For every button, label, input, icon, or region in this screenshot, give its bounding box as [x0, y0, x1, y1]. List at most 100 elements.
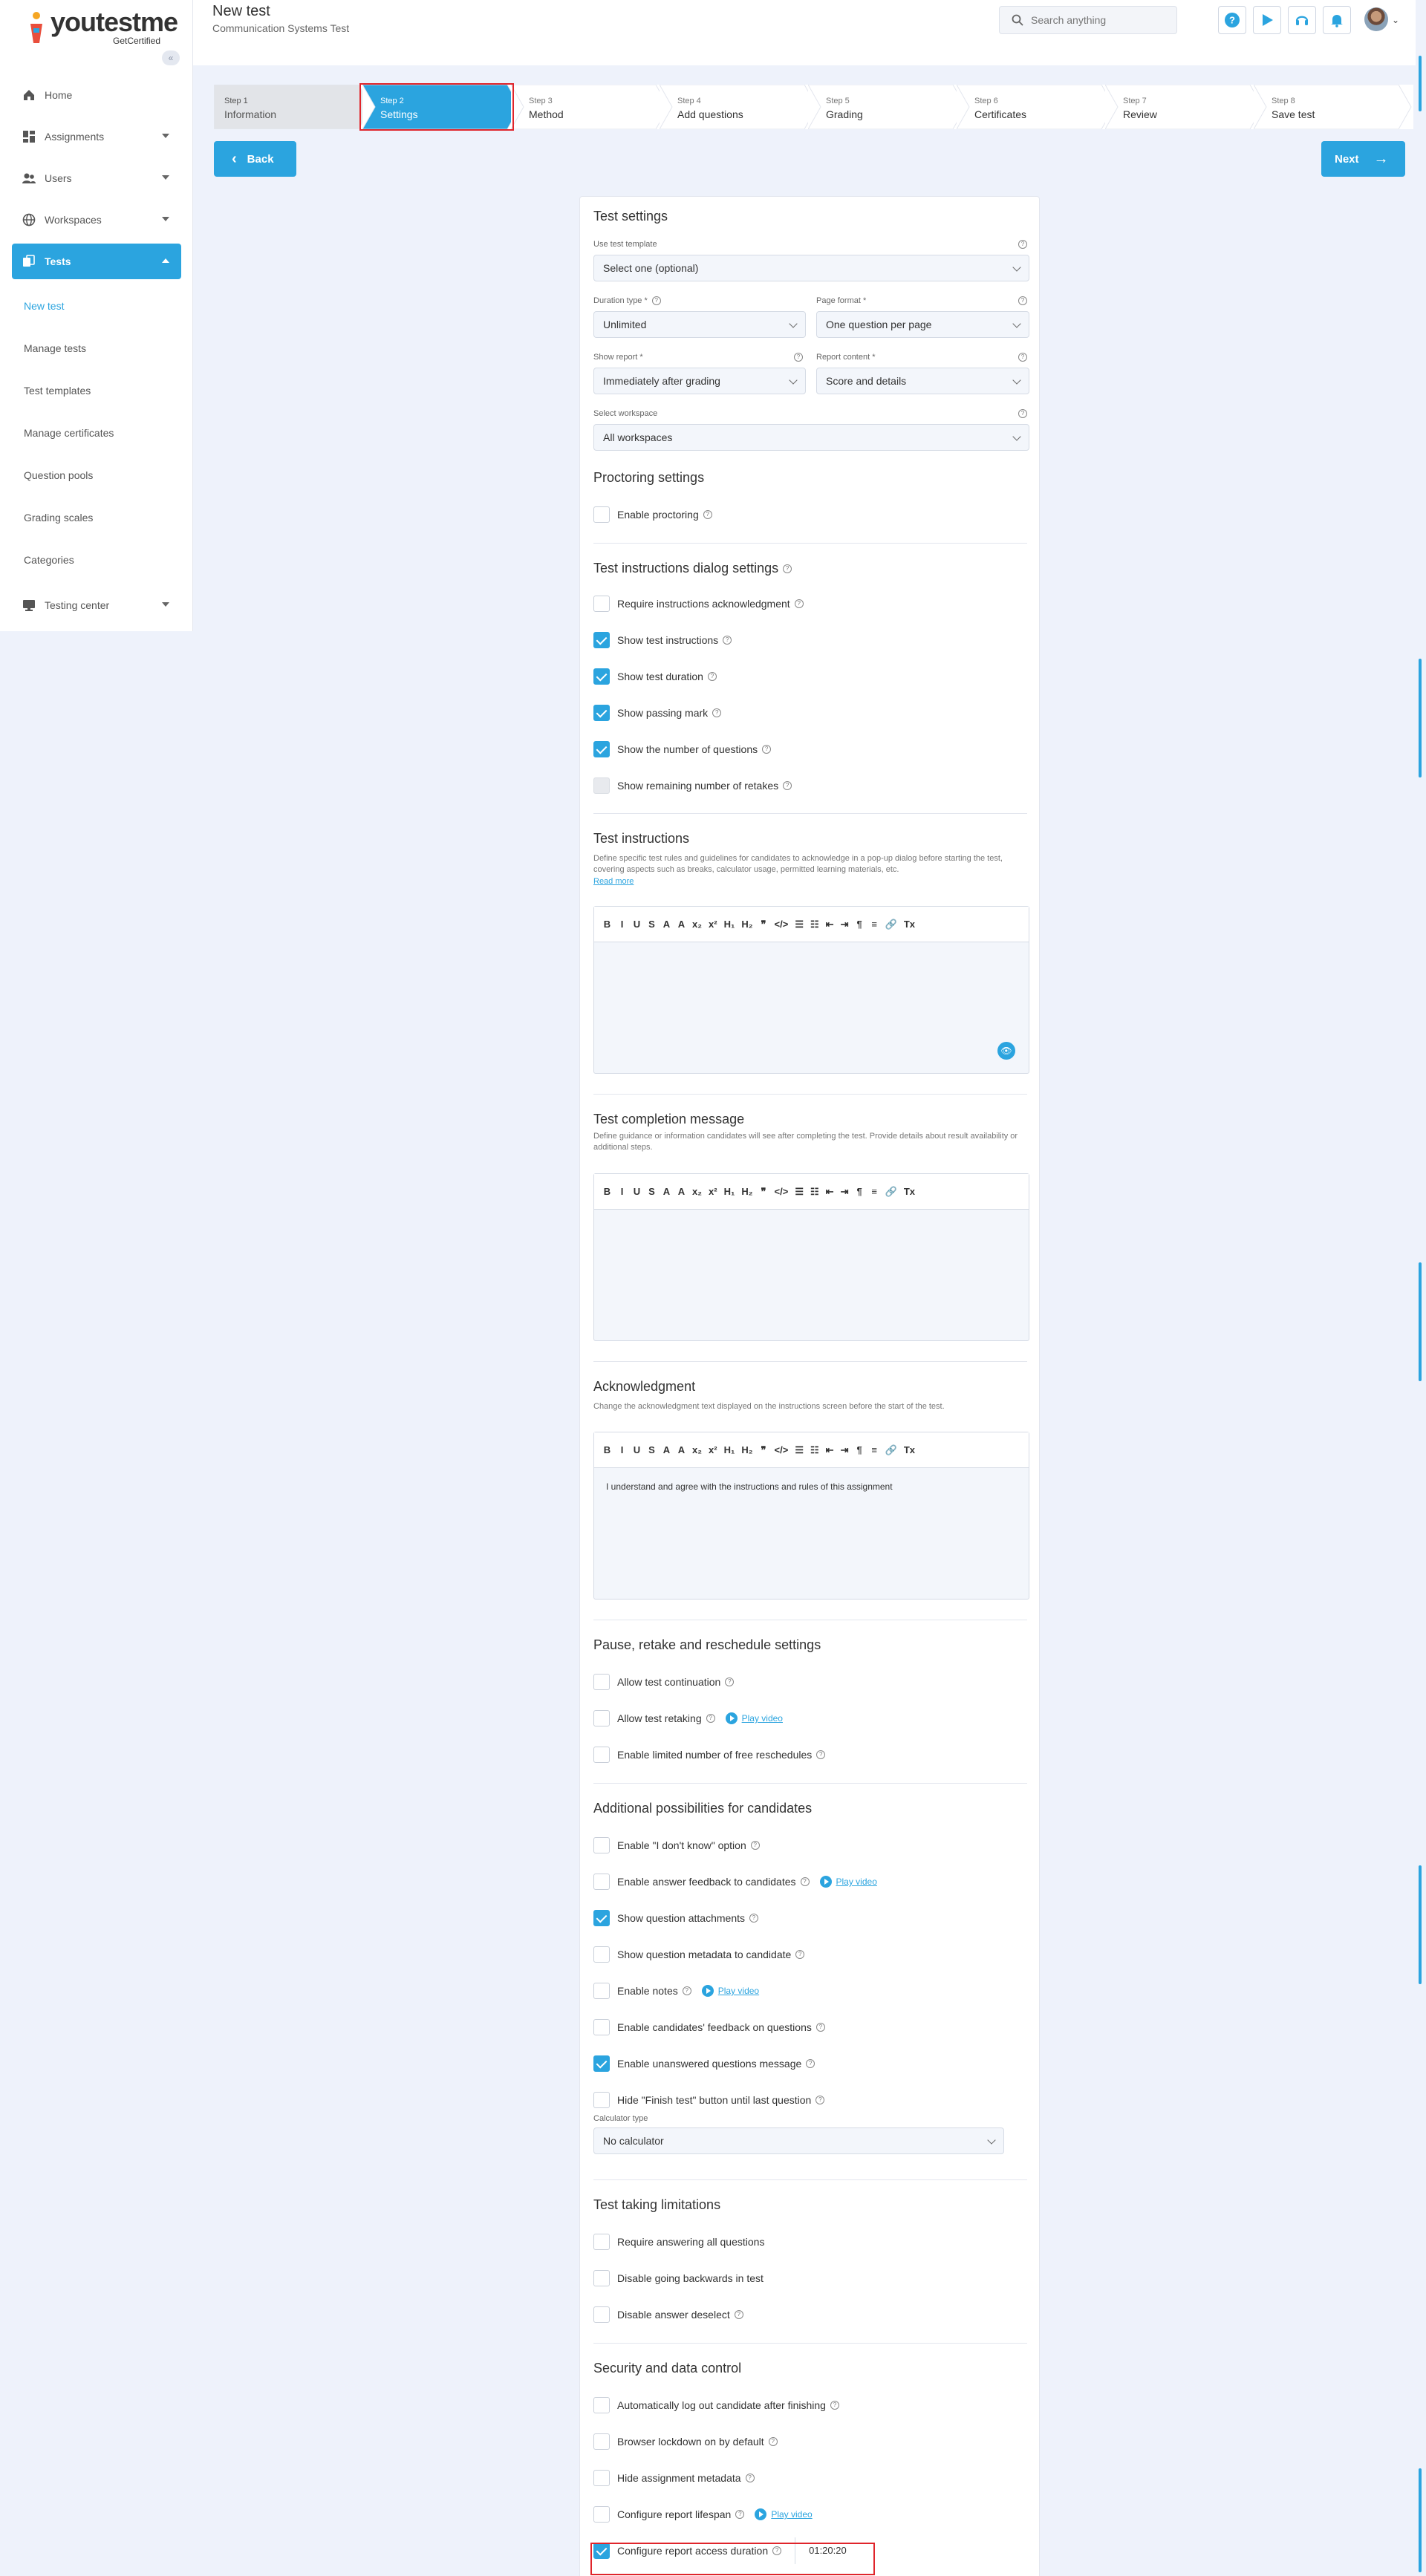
checkbox[interactable]: [593, 2234, 610, 2250]
sidebar-item-home[interactable]: Home: [12, 77, 181, 113]
checkbox-row[interactable]: Disable going backwards in test: [593, 2269, 764, 2287]
checkbox-row[interactable]: Show remaining number of retakes?: [593, 777, 792, 795]
checkbox[interactable]: [593, 2397, 610, 2413]
checkbox-row[interactable]: Show passing mark?: [593, 704, 722, 722]
help-icon[interactable]: ?: [768, 2437, 778, 2446]
help-icon[interactable]: ?: [783, 564, 792, 574]
toolbar-button[interactable]: H₂: [741, 919, 752, 930]
toolbar-button[interactable]: x₂: [692, 919, 702, 930]
help-icon[interactable]: ?: [815, 2023, 825, 2032]
help-icon[interactable]: ?: [735, 2510, 745, 2519]
checkbox-row[interactable]: Enable "I don't know" option?: [593, 1836, 760, 1854]
user-avatar[interactable]: [1364, 7, 1388, 31]
toolbar-button[interactable]: ☷: [810, 919, 819, 930]
toolbar-button[interactable]: ¶: [856, 1186, 864, 1197]
help-button[interactable]: ?: [1218, 6, 1246, 34]
toolbar-button[interactable]: Tx: [904, 1444, 915, 1455]
help-icon[interactable]: ?: [795, 1950, 805, 1959]
toolbar-button[interactable]: ❞: [760, 1186, 768, 1198]
checkbox-row[interactable]: Show question metadata to candidate?: [593, 1946, 805, 1963]
help-icon[interactable]: ?: [1018, 296, 1027, 305]
help-icon[interactable]: ?: [800, 1877, 810, 1886]
subnav-test-templates[interactable]: Test templates: [0, 370, 193, 412]
calculator-select[interactable]: No calculator: [593, 2127, 1004, 2154]
toolbar-button[interactable]: ☰: [795, 1186, 804, 1198]
tour-button[interactable]: [1253, 6, 1281, 34]
toolbar-button[interactable]: H₁: [724, 1186, 735, 1197]
checkbox-row[interactable]: Enable limited number of free reschedule…: [593, 1746, 826, 1764]
checkbox-row[interactable]: Show the number of questions?: [593, 740, 772, 758]
toolbar-button[interactable]: ☰: [795, 1444, 804, 1456]
help-icon[interactable]: ?: [706, 1714, 715, 1723]
toolbar-button[interactable]: S: [648, 919, 656, 930]
toolbar-button[interactable]: A: [677, 1186, 686, 1197]
checkbox-row[interactable]: Enable candidates' feedback on questions…: [593, 2018, 825, 2036]
step-8[interactable]: Step 8 Save test: [1254, 85, 1413, 129]
sidebar-item-assignments[interactable]: Assignments: [12, 119, 181, 154]
eye-icon[interactable]: 👁: [997, 1042, 1015, 1060]
help-icon[interactable]: ?: [816, 1750, 826, 1759]
help-icon[interactable]: ?: [734, 2310, 743, 2319]
sidebar-item-workspaces[interactable]: Workspaces: [12, 202, 181, 238]
help-icon[interactable]: ?: [1018, 240, 1027, 249]
checkbox[interactable]: [593, 668, 610, 685]
checkbox-row[interactable]: Show test duration?: [593, 668, 717, 685]
checkbox-row[interactable]: Allow test continuation?: [593, 1673, 735, 1691]
duration-select[interactable]: Unlimited: [593, 311, 806, 338]
toolbar-button[interactable]: ⇥: [841, 1444, 849, 1456]
toolbar-button[interactable]: U: [633, 1444, 641, 1455]
help-icon[interactable]: ?: [651, 296, 661, 306]
help-icon[interactable]: ?: [723, 636, 732, 645]
checkbox[interactable]: [593, 2019, 610, 2035]
help-icon[interactable]: ?: [794, 599, 804, 608]
toolbar-button[interactable]: Tx: [904, 919, 915, 930]
toolbar-button[interactable]: Tx: [904, 1186, 915, 1197]
toolbar-button[interactable]: </>: [775, 1186, 789, 1197]
checkbox-row[interactable]: Hide "Finish test" button until last que…: [593, 2091, 825, 2109]
toolbar-button[interactable]: ¶: [856, 919, 864, 930]
checkbox-row[interactable]: Require instructions acknowledgment?: [593, 595, 804, 613]
help-icon[interactable]: ?: [794, 353, 803, 362]
checkbox-row[interactable]: Automatically log out candidate after fi…: [593, 2396, 839, 2414]
checkbox-row[interactable]: Enable notes? Play video: [593, 1982, 759, 2000]
checkbox[interactable]: [593, 2270, 610, 2286]
help-icon[interactable]: ?: [725, 1677, 735, 1686]
subnav-categories[interactable]: Categories: [0, 539, 193, 581]
checkbox[interactable]: [593, 1747, 610, 1763]
play-video-link[interactable]: Play video: [701, 1985, 759, 1997]
enable-proctoring-row[interactable]: Enable proctoring?: [593, 506, 712, 524]
report-content-select[interactable]: Score and details: [816, 368, 1029, 394]
toolbar-button[interactable]: H₂: [741, 1186, 752, 1197]
help-icon[interactable]: ?: [783, 781, 792, 790]
help-icon[interactable]: ?: [1018, 409, 1027, 418]
help-icon[interactable]: ?: [707, 672, 717, 681]
sidebar-item-testing-center[interactable]: Testing center: [12, 587, 181, 623]
step-1[interactable]: Step 1 Information: [214, 85, 374, 129]
enable-proctoring-checkbox[interactable]: [593, 506, 610, 523]
toolbar-button[interactable]: x²: [709, 1444, 717, 1455]
scrollbar-thumb[interactable]: [1419, 659, 1422, 777]
show-report-select[interactable]: Immediately after grading: [593, 368, 806, 394]
checkbox[interactable]: [593, 2306, 610, 2323]
sidebar-item-tests[interactable]: Tests: [12, 244, 181, 279]
toolbar-button[interactable]: ¶: [856, 1444, 864, 1455]
completion-message-editor[interactable]: B I U S A Ax₂ x² H₁ H₂ ❞ </> ☰ ☷ ⇤ ⇥ ¶ ≡ 🔗 Tx: [593, 1173, 1029, 1341]
checkbox-row[interactable]: Enable unanswered questions message?: [593, 2055, 815, 2073]
toolbar-button[interactable]: ⇤: [826, 1444, 834, 1456]
double-chevron-left-icon[interactable]: «: [162, 50, 180, 65]
checkbox[interactable]: [593, 596, 610, 612]
help-icon[interactable]: ?: [682, 1986, 691, 1995]
toolbar-button[interactable]: H₁: [724, 1444, 735, 1455]
checkbox-row[interactable]: Show question attachments?: [593, 1909, 758, 1927]
toolbar-button[interactable]: B: [603, 1186, 611, 1197]
toolbar-button[interactable]: 🔗: [885, 1186, 897, 1198]
toolbar-button[interactable]: U: [633, 919, 641, 930]
checkbox[interactable]: [593, 2055, 610, 2072]
search-input[interactable]: [1031, 14, 1165, 26]
help-icon[interactable]: ?: [762, 745, 772, 754]
help-icon[interactable]: ?: [712, 708, 722, 717]
checkbox-row[interactable]: Browser lockdown on by default?: [593, 2433, 778, 2451]
toolbar-button[interactable]: 🔗: [885, 919, 897, 930]
checkbox-row[interactable]: Show test instructions?: [593, 631, 732, 649]
checkbox[interactable]: [593, 1946, 610, 1963]
